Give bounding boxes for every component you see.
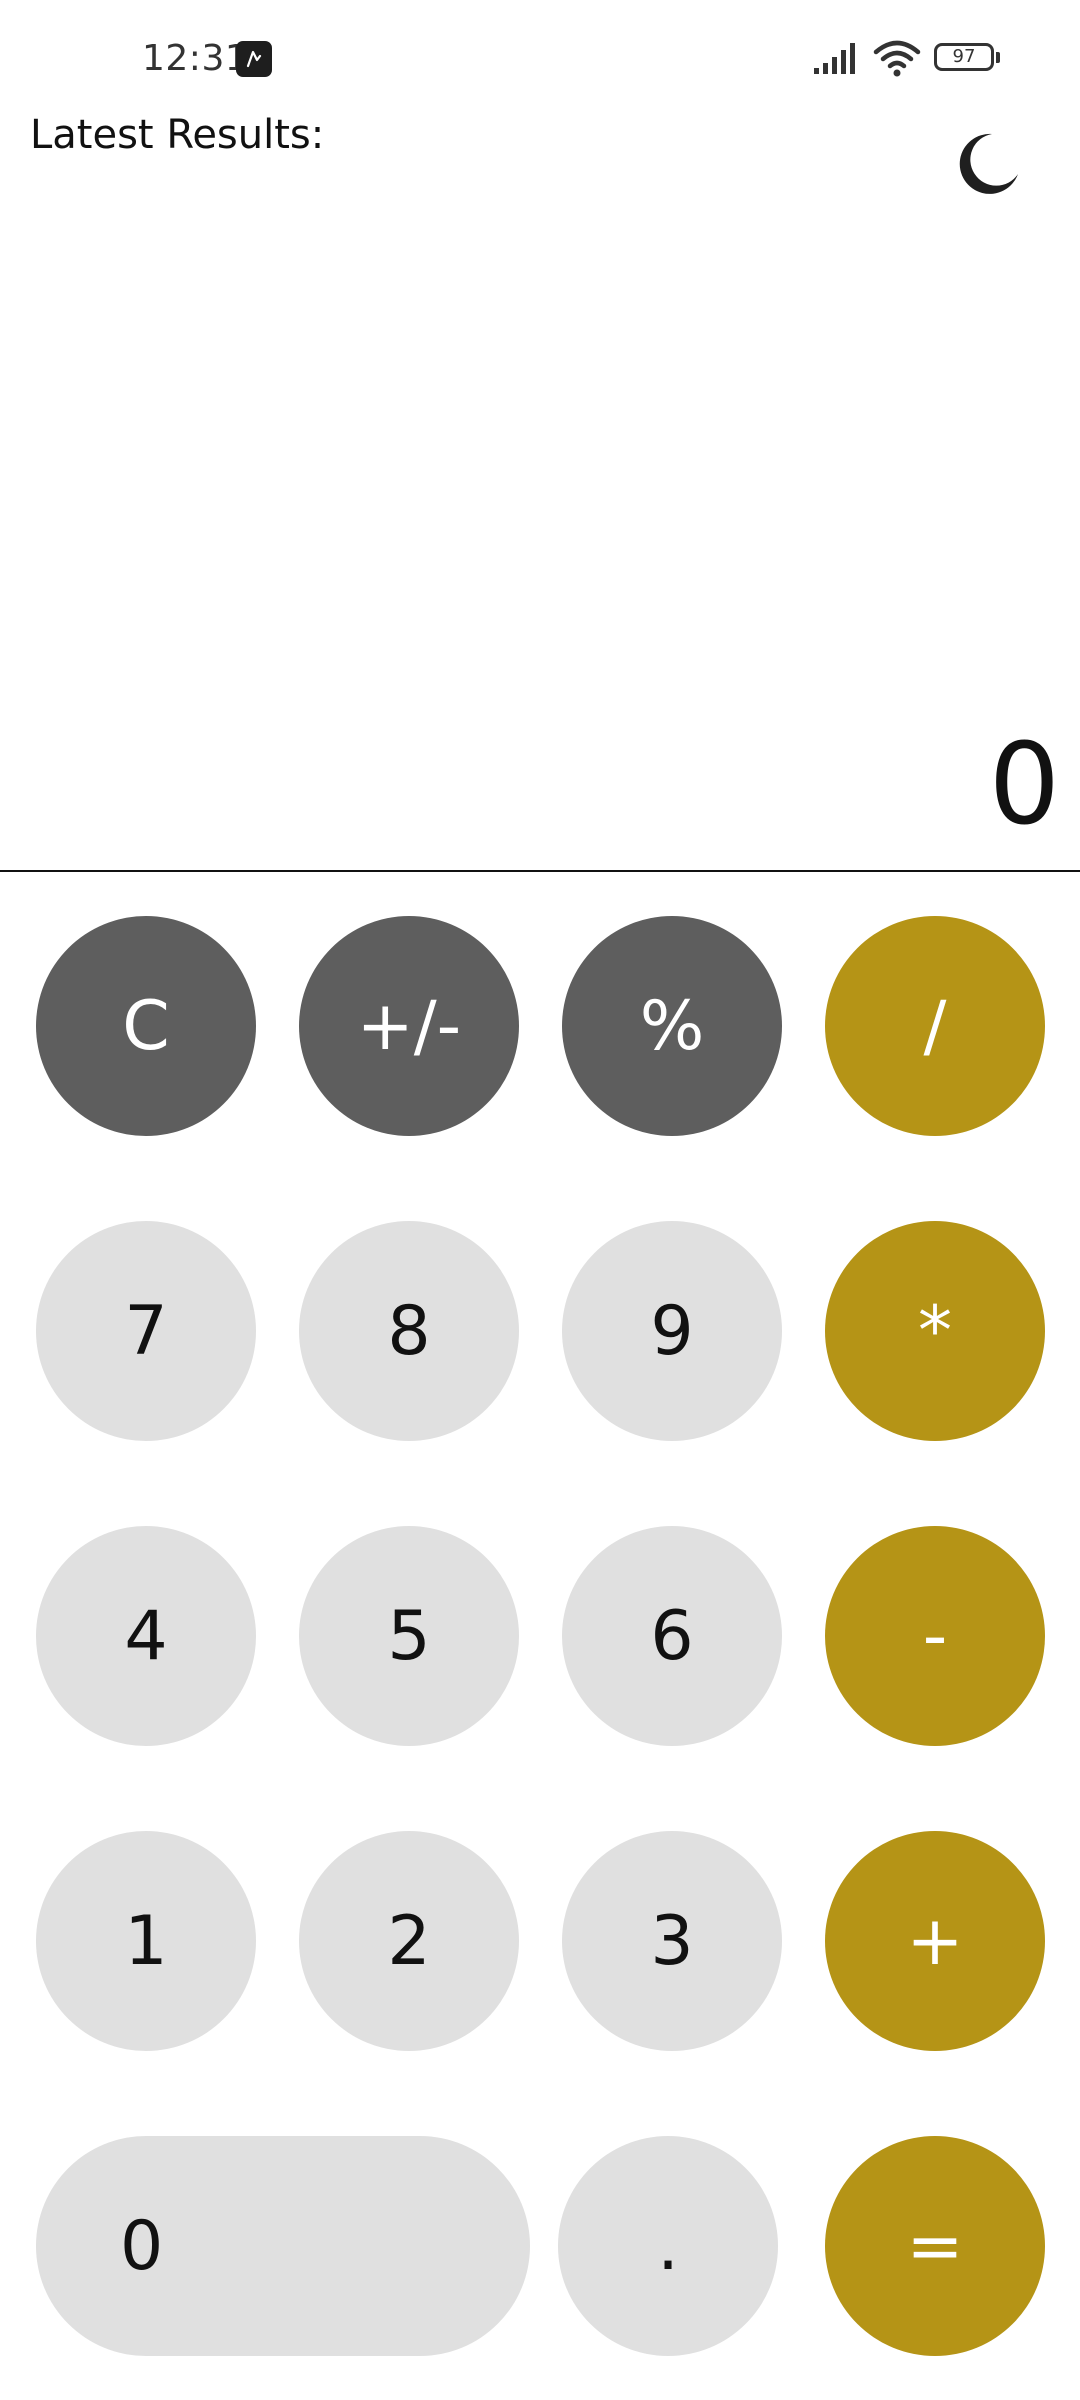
digit-0-button[interactable]: 0 <box>36 2136 530 2356</box>
digit-2-button[interactable]: 2 <box>299 1831 519 2051</box>
latest-results-label: Latest Results: <box>30 112 325 158</box>
add-button[interactable]: + <box>825 1831 1045 2051</box>
digit-1-button[interactable]: 1 <box>36 1831 256 2051</box>
divide-button[interactable]: / <box>825 916 1045 1136</box>
display-value: 0 <box>988 720 1060 850</box>
theme-toggle-button[interactable] <box>952 128 1024 200</box>
app-notification-icon <box>236 41 272 77</box>
display-divider <box>0 870 1080 872</box>
calculator-screen: 12:31 97 Latest Results: 0 C +/- % / 7 8… <box>0 0 1080 2400</box>
sign-toggle-button[interactable]: +/- <box>299 916 519 1136</box>
digit-6-button[interactable]: 6 <box>562 1526 782 1746</box>
digit-7-button[interactable]: 7 <box>36 1221 256 1441</box>
equals-button[interactable]: = <box>825 2136 1045 2356</box>
signal-icon <box>814 43 855 74</box>
digit-8-button[interactable]: 8 <box>299 1221 519 1441</box>
moon-icon <box>959 133 1018 194</box>
digit-9-button[interactable]: 9 <box>562 1221 782 1441</box>
clear-button[interactable]: C <box>36 916 256 1136</box>
subtract-button[interactable]: - <box>825 1526 1045 1746</box>
status-time: 12:31 <box>142 38 249 79</box>
decimal-button[interactable]: . <box>558 2136 778 2356</box>
wifi-icon <box>873 40 921 77</box>
digit-3-button[interactable]: 3 <box>562 1831 782 2051</box>
digit-5-button[interactable]: 5 <box>299 1526 519 1746</box>
percent-button[interactable]: % <box>562 916 782 1136</box>
digit-4-button[interactable]: 4 <box>36 1526 256 1746</box>
battery-icon: 97 <box>934 43 1000 71</box>
multiply-button[interactable]: * <box>825 1221 1045 1441</box>
